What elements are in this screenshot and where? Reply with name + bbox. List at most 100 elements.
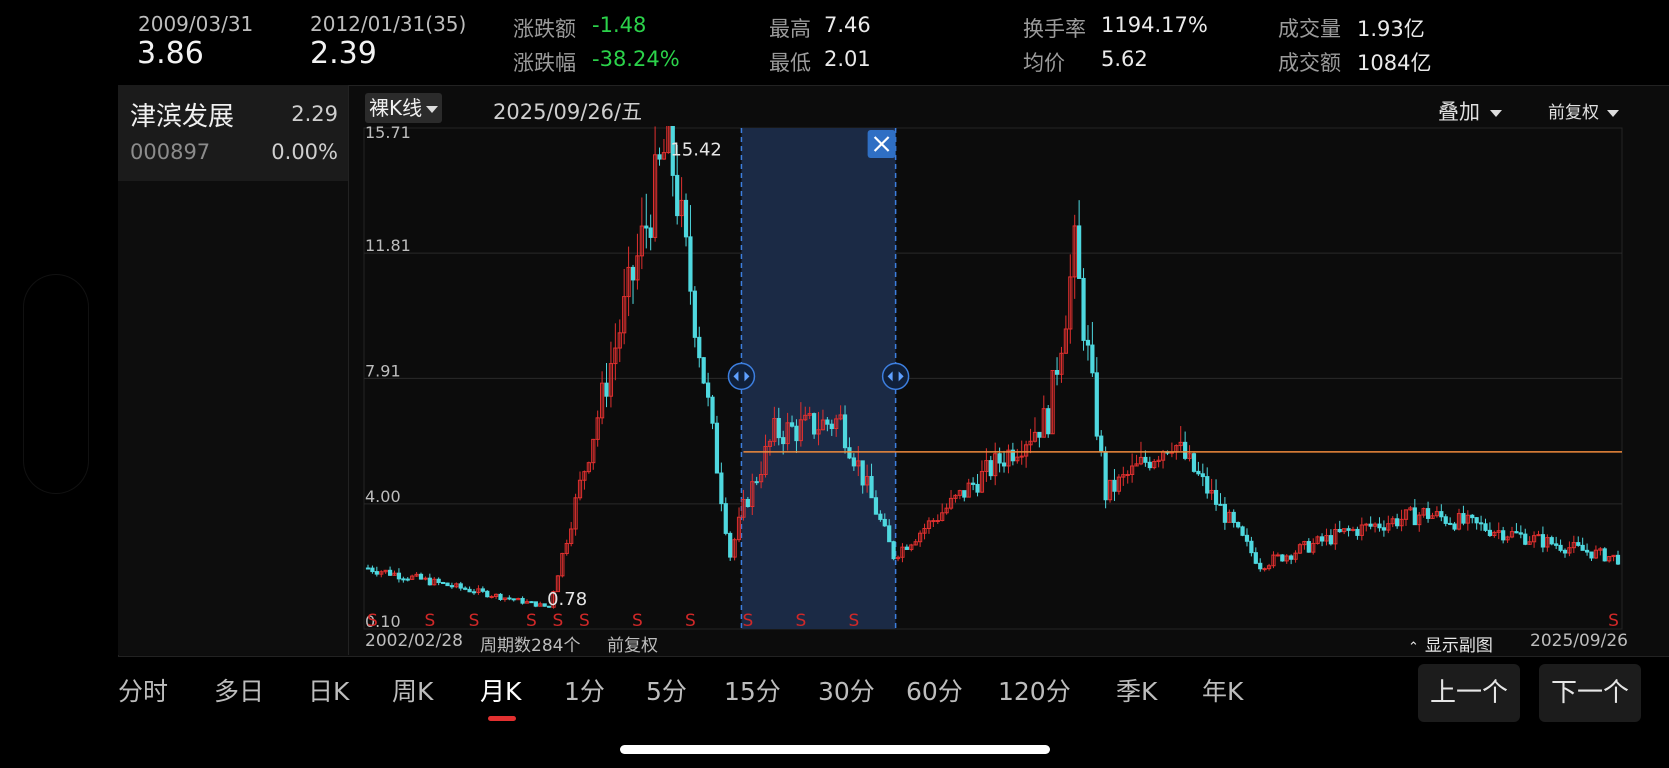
candle-body <box>825 419 830 425</box>
candle-body <box>1094 372 1099 437</box>
candle-body <box>604 382 609 397</box>
home-indicator[interactable] <box>620 745 1050 754</box>
candle-body <box>1461 513 1466 524</box>
candle-body <box>480 588 485 592</box>
signal-marker-s: S <box>1608 611 1619 631</box>
candle-body <box>812 413 817 435</box>
tab-2[interactable]: 日K <box>308 672 349 708</box>
tab-5[interactable]: 1分 <box>564 672 605 708</box>
candle-body <box>1289 555 1294 560</box>
candle-body <box>754 481 759 484</box>
tab-12[interactable]: 年K <box>1202 672 1243 708</box>
candle-body <box>1540 534 1546 548</box>
candle-body <box>1183 441 1188 459</box>
candle-body <box>533 601 538 607</box>
y-tick-label: 15.71 <box>365 126 411 142</box>
tab-7[interactable]: 15分 <box>724 672 781 708</box>
tab-0[interactable]: 分时 <box>118 672 168 708</box>
candle-body <box>485 590 490 598</box>
candle-body <box>1143 456 1148 463</box>
candle-body <box>1306 541 1311 553</box>
candle-body <box>1580 544 1585 551</box>
candle-body <box>440 581 446 584</box>
prev-button[interactable]: 上一个 <box>1418 664 1520 722</box>
low-label: 最低 <box>769 51 811 75</box>
candle-body <box>873 497 879 515</box>
candle-body <box>644 225 649 229</box>
next-button[interactable]: 下一个 <box>1539 664 1641 722</box>
tab-9[interactable]: 60分 <box>906 672 963 708</box>
candle-body <box>1487 529 1493 536</box>
candle-body <box>1191 453 1197 472</box>
tab-3[interactable]: 周K <box>392 672 433 708</box>
adjust-mode: 前复权 <box>607 636 658 656</box>
close-selection-button[interactable] <box>867 130 896 158</box>
candle-body <box>511 598 516 601</box>
candle-body <box>723 503 728 534</box>
candle-body <box>1037 431 1042 438</box>
ktype-dropdown[interactable]: 裸K线 <box>365 93 443 123</box>
signal-marker-s: S <box>469 611 480 631</box>
tab-4[interactable]: 月K <box>480 672 521 708</box>
candle-body <box>542 603 547 607</box>
tab-10[interactable]: 120分 <box>998 672 1071 708</box>
candle-body <box>1412 507 1417 526</box>
signal-marker-s: S <box>526 611 537 631</box>
overlay-dropdown[interactable]: 叠加 <box>1438 96 1502 126</box>
show-subchart-button[interactable]: ⌃ 显示副图 <box>1408 631 1493 656</box>
candle-body <box>648 227 653 238</box>
candle-body <box>891 541 896 560</box>
selection-left-handle[interactable] <box>727 362 756 391</box>
side-handle[interactable] <box>24 275 88 493</box>
candle-body <box>418 573 424 580</box>
signal-marker-s: S <box>553 611 564 631</box>
candle-body <box>396 572 402 580</box>
candle-body <box>719 472 724 505</box>
adjust-dropdown[interactable]: 前复权 <box>1548 98 1619 123</box>
tab-11[interactable]: 季K <box>1116 672 1157 708</box>
candle-body <box>1147 461 1152 469</box>
candle-body <box>1222 503 1227 523</box>
candle-body <box>1099 435 1104 453</box>
candle-body <box>1443 516 1448 524</box>
candle-body <box>1125 473 1130 476</box>
candle-body <box>1231 511 1236 523</box>
candle-body <box>467 588 472 593</box>
candle-body <box>1046 408 1051 435</box>
candle-body <box>427 577 432 586</box>
show-subchart-label: 显示副图 <box>1424 636 1493 656</box>
candle-body <box>445 582 450 587</box>
candle-body <box>405 578 410 581</box>
candle-body <box>1258 562 1263 570</box>
active-tab-indicator <box>488 716 516 721</box>
candle-body <box>1001 462 1007 467</box>
tab-6[interactable]: 5分 <box>646 672 687 708</box>
kline-chart[interactable]: 15.7111.817.914.000.1015.420.78S S S S S S S S S… <box>350 126 1625 631</box>
y-tick-label: 4.00 <box>365 487 401 506</box>
tab-1[interactable]: 多日 <box>214 672 264 708</box>
selection-right-handle[interactable] <box>881 362 910 391</box>
ktype-label: 裸K线 <box>369 96 423 120</box>
tab-8[interactable]: 30分 <box>818 672 875 708</box>
candle-body <box>365 567 371 570</box>
selection-range <box>741 128 896 629</box>
chevron-down-icon <box>1490 109 1502 117</box>
candle-body <box>1262 568 1267 571</box>
candle-body <box>1112 479 1117 492</box>
candle-body <box>745 498 750 508</box>
signal-marker-s: S <box>685 611 696 631</box>
candle-body <box>463 587 468 590</box>
candle-body <box>728 532 733 558</box>
candle-body <box>1085 339 1091 346</box>
candle-body <box>1562 549 1568 554</box>
y-tick-label: 11.81 <box>365 236 411 255</box>
chevron-up-icon: ⌃ <box>1408 640 1419 655</box>
y-tick-label: 7.91 <box>365 361 401 380</box>
candle-body <box>449 585 455 588</box>
candle-body <box>931 520 936 523</box>
candle-body <box>1275 554 1280 557</box>
candle-body <box>520 597 525 604</box>
signal-marker-s: S <box>795 611 806 631</box>
candle-body <box>1615 554 1621 565</box>
candle-body <box>714 422 720 474</box>
